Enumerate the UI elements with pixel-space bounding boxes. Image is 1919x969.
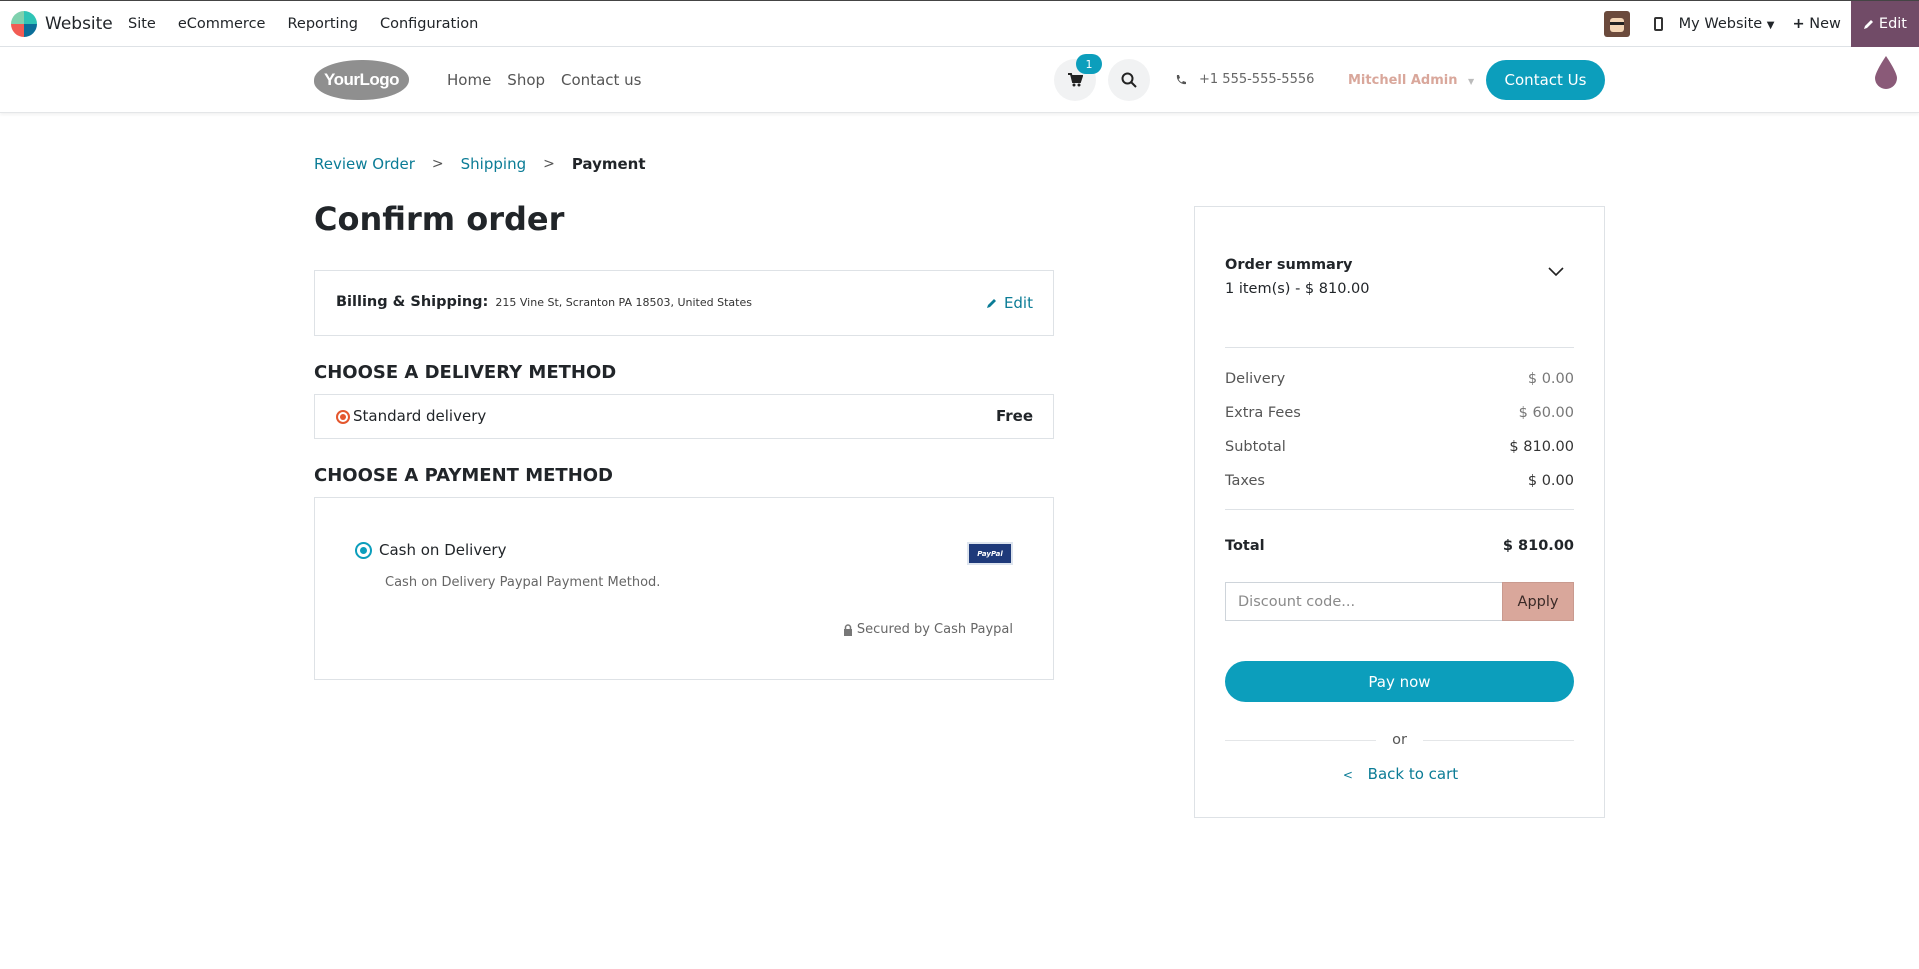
subtotal-label: Subtotal [1225, 439, 1286, 455]
admin-navbar: Website Site eCommerce Reporting Configu… [0, 0, 1919, 47]
billing-shipping-card: Billing & Shipping: 215 Vine St, Scranto… [314, 270, 1054, 336]
brand-label: Website [45, 14, 113, 34]
paypal-logo: PayPal [967, 542, 1013, 565]
user-dropdown[interactable]: Mitchell Admin ▼ [1348, 73, 1474, 88]
secured-text: Secured by Cash Paypal [856, 622, 1013, 637]
new-button[interactable]: + New [1793, 16, 1841, 32]
discount-code-input[interactable] [1225, 582, 1502, 621]
nav-contact-us[interactable]: Contact us [561, 71, 641, 89]
pay-now-button[interactable]: Pay now [1225, 661, 1574, 702]
separator-line [1422, 739, 1574, 741]
delivery-section-title: CHOOSE A DELIVERY METHOD [314, 362, 617, 383]
edit-label: Edit [1878, 16, 1907, 32]
site-nav: Home Shop Contact us [447, 71, 641, 89]
chevron-right-icon: > [543, 156, 555, 172]
phone-number: +1 555-555-5556 [1199, 72, 1315, 87]
cart-count-badge: 1 [1076, 54, 1102, 74]
order-summary-card: Order summary 1 item(s) - $ 810.00 Deliv… [1194, 206, 1605, 818]
payment-radio[interactable] [355, 542, 372, 559]
order-summary-items: 1 item(s) - $ 810.00 [1225, 281, 1370, 297]
delivery-method-name: Standard delivery [353, 407, 487, 425]
secured-by-note: Secured by Cash Paypal [843, 622, 1013, 637]
taxes-label: Taxes [1225, 473, 1265, 489]
admin-right-tools: My Website ▼ + New Edit [1603, 1, 1919, 47]
page-title: Confirm order [314, 200, 565, 238]
or-separator: or [1225, 732, 1574, 748]
summary-row-total: Total $ 810.00 [1225, 538, 1574, 554]
chevron-left-icon: < [1342, 768, 1353, 782]
payment-section-title: CHOOSE A PAYMENT METHOD [314, 465, 613, 486]
caret-down-icon: ▼ [1766, 20, 1775, 31]
breadcrumb-payment: Payment [571, 155, 646, 173]
divider [1225, 509, 1574, 510]
payment-method-card: Cash on Delivery PayPal Cash on Delivery… [314, 497, 1054, 680]
apply-discount-button[interactable]: Apply [1502, 582, 1574, 621]
delivery-value: $ 0.00 [1527, 371, 1574, 387]
summary-row-delivery: Delivery $ 0.00 [1225, 371, 1574, 387]
nav-shop[interactable]: Shop [507, 71, 545, 89]
discount-form: Apply [1225, 582, 1574, 621]
caret-down-icon: ▼ [1467, 77, 1475, 86]
payment-method-name[interactable]: Cash on Delivery [379, 541, 506, 559]
pencil-icon [986, 299, 996, 308]
total-value: $ 810.00 [1502, 538, 1574, 554]
delivery-radio[interactable] [336, 410, 350, 424]
website-app-brand[interactable]: Website [11, 11, 113, 37]
my-website-dropdown[interactable]: My Website ▼ [1679, 16, 1775, 32]
subtotal-value: $ 810.00 [1509, 439, 1574, 455]
menu-configuration[interactable]: Configuration [380, 16, 478, 32]
chevron-down-icon[interactable] [1548, 267, 1564, 277]
summary-row-extra-fees: Extra Fees $ 60.00 [1225, 405, 1574, 421]
delivery-price: Free [995, 407, 1033, 425]
menu-ecommerce[interactable]: eCommerce [178, 16, 266, 32]
user-name: Mitchell Admin [1348, 73, 1458, 88]
total-label: Total [1225, 538, 1265, 554]
pencil-icon [1863, 20, 1873, 29]
fees-value: $ 60.00 [1518, 405, 1574, 421]
or-label: or [1392, 732, 1407, 748]
breadcrumb: Review Order > Shipping > Payment [314, 155, 646, 173]
plus-icon: + [1792, 16, 1805, 32]
breadcrumb-shipping[interactable]: Shipping [461, 155, 526, 173]
search-icon [1121, 72, 1137, 88]
theme-drop-icon[interactable] [1873, 55, 1899, 89]
edit-address-link[interactable]: Edit [986, 294, 1033, 312]
phone-icon [1176, 74, 1186, 84]
contact-us-button[interactable]: Contact Us [1486, 60, 1605, 100]
site-header: YourLogo Home Shop Contact us 1 +1 555-5… [0, 47, 1919, 113]
menu-reporting[interactable]: Reporting [287, 16, 358, 32]
user-avatar[interactable] [1603, 11, 1630, 37]
payment-description: Cash on Delivery Paypal Payment Method. [385, 575, 661, 590]
admin-menu: Site eCommerce Reporting Configuration [128, 16, 478, 32]
edit-label: Edit [1003, 294, 1033, 312]
delivery-label: Delivery [1225, 371, 1286, 387]
edit-button[interactable]: Edit [1850, 1, 1919, 47]
my-website-label: My Website [1678, 16, 1763, 32]
breadcrumb-review-order[interactable]: Review Order [314, 155, 415, 173]
summary-row-taxes: Taxes $ 0.00 [1225, 473, 1574, 489]
separator-line [1225, 739, 1377, 741]
site-logo[interactable]: YourLogo [314, 60, 409, 100]
order-summary-title: Order summary [1225, 257, 1353, 273]
chevron-right-icon: > [431, 156, 444, 172]
phone-contact[interactable]: +1 555-555-5556 [1175, 72, 1314, 87]
fees-label: Extra Fees [1225, 405, 1301, 421]
website-app-icon [11, 11, 37, 37]
cart-icon [1067, 73, 1083, 87]
billing-label: Billing & Shipping: [336, 294, 489, 310]
delivery-method-option[interactable]: Standard delivery Free [314, 394, 1054, 439]
summary-row-subtotal: Subtotal $ 810.00 [1225, 439, 1574, 455]
billing-label-row: Billing & Shipping: 215 Vine St, Scranto… [336, 294, 752, 310]
lock-icon [843, 623, 852, 636]
new-label: New [1809, 16, 1841, 32]
divider [1225, 347, 1574, 348]
billing-address: 215 Vine St, Scranton PA 18503, United S… [495, 296, 752, 309]
search-button[interactable] [1108, 59, 1150, 101]
back-to-cart-link[interactable]: < Back to cart [1195, 765, 1606, 783]
menu-site[interactable]: Site [128, 16, 156, 32]
nav-home[interactable]: Home [447, 71, 491, 89]
back-to-cart-label: Back to cart [1367, 765, 1459, 783]
taxes-value: $ 0.00 [1527, 473, 1574, 489]
mobile-preview-icon[interactable] [1653, 17, 1663, 31]
